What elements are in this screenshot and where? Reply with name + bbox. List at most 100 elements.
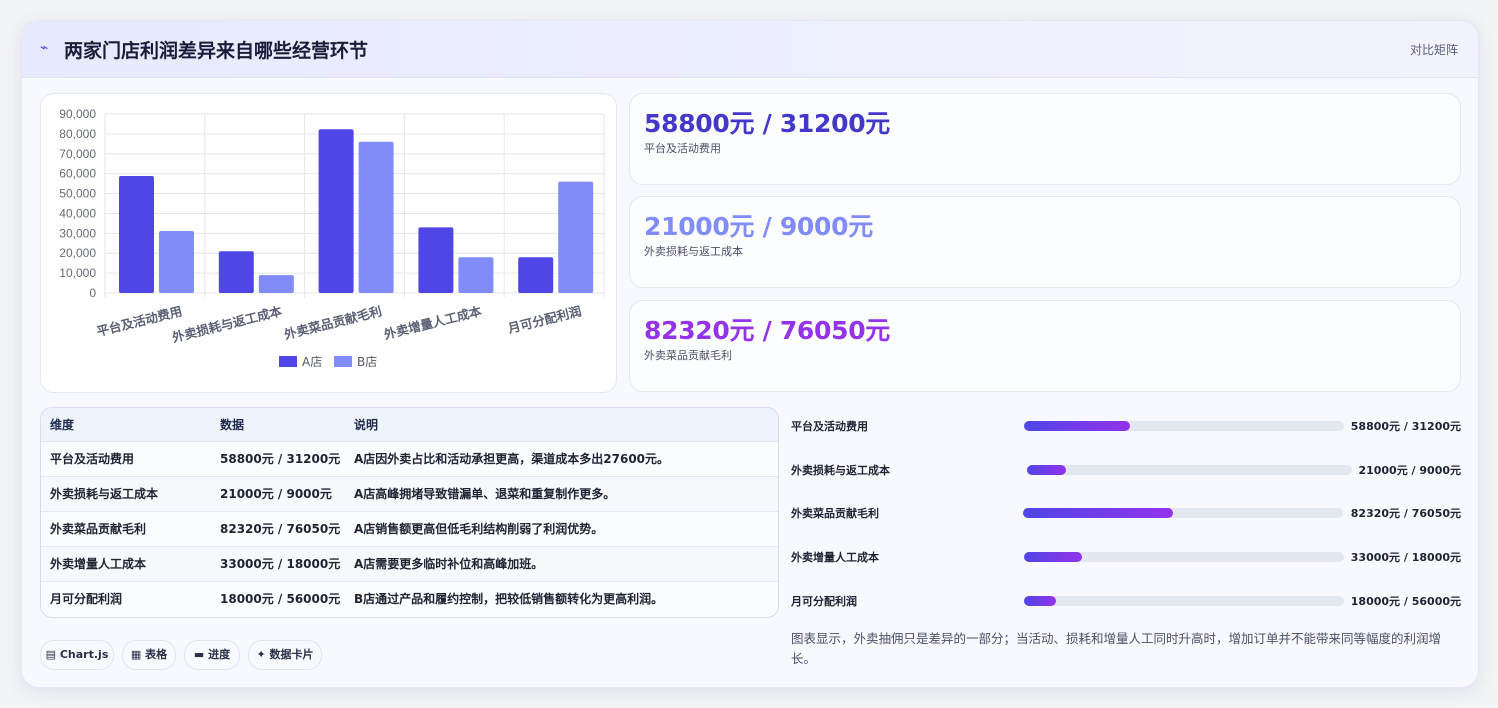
table-row: 外卖增量人工成本 33000元 / 18000元 A店需要更多临时补位和高峰加班… <box>41 546 778 581</box>
progress-value: 82320元 / 76050元 <box>1350 507 1461 520</box>
progress-icon: ▬ <box>193 648 205 661</box>
bar <box>458 257 494 293</box>
dashboard-card: ⌁ 两家门店利润差异来自哪些经营环节 对比矩阵 0 10,000 20,000 30,… <box>21 20 1479 688</box>
x-tick-label: 外卖损耗与返工成本 <box>170 303 284 345</box>
table-cell: 82320元 / 76050元 <box>220 522 341 536</box>
y-tick-label: 20,000 <box>59 246 96 260</box>
y-tick-label: 10,000 <box>59 266 96 280</box>
legend-swatch <box>279 356 297 367</box>
stat-card-loss: 21000元 / 9000元 外卖损耗与返工成本 <box>629 196 1461 288</box>
y-tick-label: 40,000 <box>59 206 96 220</box>
table-cell: A店因外卖占比和活动承担更高，渠道成本多出27600元。 <box>354 452 670 466</box>
chip-label: 数据卡片 <box>269 648 314 661</box>
progress-row: 平台及活动费用 58800元 / 31200元 <box>791 415 1461 435</box>
table-header-row: 维度 数据 说明 <box>41 408 778 441</box>
mode-label[interactable]: 对比矩阵 <box>1410 41 1458 58</box>
table-cell: 月可分配利润 <box>50 592 123 607</box>
column-header-data: 数据 <box>220 417 245 432</box>
progress-fill <box>1024 552 1082 562</box>
progress-label: 外卖损耗与返工成本 <box>791 464 890 477</box>
card-header: ⌁ 两家门店利润差异来自哪些经营环节 对比矩阵 <box>22 21 1478 78</box>
bar <box>119 176 154 293</box>
table-cell: 58800元 / 31200元 <box>220 452 341 466</box>
stat-label: 平台及活动费用 <box>644 142 721 155</box>
progress-label: 外卖菜品贡献毛利 <box>791 507 879 520</box>
page-title: 两家门店利润差异来自哪些经营环节 <box>64 40 369 62</box>
legend-label: A店 <box>302 355 322 369</box>
table-icon: ▦ <box>130 648 142 661</box>
stat-card-platform: 58800元 / 31200元 平台及活动费用 <box>629 93 1461 185</box>
x-tick-label: 平台及活动费用 <box>95 303 184 339</box>
table-cell: 外卖菜品贡献毛利 <box>50 522 147 536</box>
chip-label: 进度 <box>208 648 231 661</box>
legend-label: B店 <box>357 355 377 369</box>
stat-label: 外卖菜品贡献毛利 <box>644 349 732 362</box>
table-row: 外卖损耗与返工成本 21000元 / 9000元 A店高峰拥堵导致错漏单、退菜和… <box>41 476 778 511</box>
y-tick-label: 30,000 <box>59 226 96 240</box>
bar <box>159 230 194 293</box>
progress-label: 月可分配利润 <box>791 595 857 608</box>
sparkle-icon: ✦ <box>256 648 266 661</box>
chip-data-cards[interactable]: ✦ 数据卡片 <box>248 640 322 670</box>
chip-table[interactable]: ▦ 表格 <box>122 640 176 670</box>
progress-track <box>1024 421 1344 431</box>
progress-fill <box>1024 421 1130 431</box>
bar <box>558 181 594 293</box>
chip-chartjs[interactable]: ▤ Chart.js <box>40 640 114 670</box>
table-cell: 外卖增量人工成本 <box>50 557 147 571</box>
table-cell: 21000元 / 9000元 <box>220 487 332 501</box>
table-row: 平台及活动费用 58800元 / 31200元 A店因外卖占比和活动承担更高，渠… <box>41 441 778 476</box>
trend-icon: ⌁ <box>40 40 49 56</box>
bar-chart: 0 10,000 20,000 30,000 40,000 50,000 60,000 70,… <box>40 93 617 393</box>
bar <box>358 141 394 293</box>
stat-card-margin: 82320元 / 76050元 外卖菜品贡献毛利 <box>629 300 1461 392</box>
progress-label: 外卖增量人工成本 <box>791 551 879 564</box>
chip-label: 表格 <box>145 648 168 661</box>
x-tick-label: 外卖菜品贡献毛利 <box>282 303 384 342</box>
progress-track <box>1023 508 1343 518</box>
progress-value: 33000元 / 18000元 <box>1350 551 1461 564</box>
progress-row: 外卖损耗与返工成本 21000元 / 9000元 <box>791 459 1461 479</box>
progress-value: 21000元 / 9000元 <box>1358 464 1461 477</box>
progress-row: 外卖增量人工成本 33000元 / 18000元 <box>791 546 1461 566</box>
stat-value: 58800元 / 31200元 <box>644 109 890 138</box>
progress-row: 外卖菜品贡献毛利 82320元 / 76050元 <box>791 502 1461 522</box>
bar-chart-svg: 0 10,000 20,000 30,000 40,000 50,000 60,000 70,… <box>59 107 605 369</box>
x-tick-label: 月可分配利润 <box>505 303 582 336</box>
table-cell: 18000元 / 56000元 <box>220 592 341 607</box>
progress-track <box>1024 596 1344 606</box>
table-row: 月可分配利润 18000元 / 56000元 B店通过产品和履约控制，把较低销售… <box>41 581 778 616</box>
progress-value: 58800元 / 31200元 <box>1350 420 1461 433</box>
table-row: 外卖菜品贡献毛利 82320元 / 76050元 A店销售额更高但低毛利结构削弱… <box>41 511 778 546</box>
y-tick-label: 60,000 <box>59 167 96 181</box>
y-tick-label: 90,000 <box>59 107 96 121</box>
progress-label: 平台及活动费用 <box>791 420 868 433</box>
column-header-dimension: 维度 <box>50 417 75 432</box>
y-tick-label: 80,000 <box>59 127 96 141</box>
y-tick-label: 70,000 <box>59 147 96 161</box>
progress-value: 18000元 / 56000元 <box>1350 595 1461 608</box>
y-tick-label: 0 <box>89 286 96 300</box>
chip-progress[interactable]: ▬ 进度 <box>184 640 240 670</box>
bar <box>218 251 254 293</box>
table-cell: 33000元 / 18000元 <box>220 557 341 571</box>
progress-track <box>1024 552 1344 562</box>
stat-value: 21000元 / 9000元 <box>644 212 873 241</box>
table-cell: 平台及活动费用 <box>50 452 135 466</box>
bar <box>518 257 554 293</box>
comparison-table: 维度 数据 说明 平台及活动费用 58800元 / 31200元 A店因外卖占比… <box>40 407 779 618</box>
column-header-notes: 说明 <box>354 417 379 432</box>
stat-value: 82320元 / 76050元 <box>644 316 890 345</box>
bar <box>418 227 454 293</box>
bar <box>258 275 294 293</box>
y-tick-label: 50,000 <box>59 187 96 201</box>
progress-track <box>1027 465 1352 475</box>
table-cell: B店通过产品和履约控制，把较低销售额转化为更高利润。 <box>354 592 664 607</box>
table-cell: A店需要更多临时补位和高峰加班。 <box>354 557 544 571</box>
table-cell: 外卖损耗与返工成本 <box>50 487 159 501</box>
progress-row: 月可分配利润 18000元 / 56000元 <box>791 590 1461 610</box>
chart-icon: ▤ <box>45 648 57 661</box>
table-cell: A店高峰拥堵导致错漏单、退菜和重复制作更多。 <box>354 487 616 501</box>
x-tick-label: 外卖增量人工成本 <box>381 303 483 342</box>
table-cell: A店销售额更高但低毛利结构削弱了利润优势。 <box>354 522 604 536</box>
